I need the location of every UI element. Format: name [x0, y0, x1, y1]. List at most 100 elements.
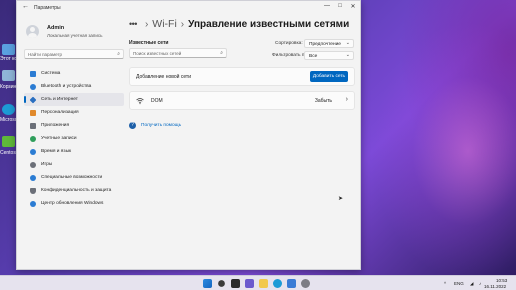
main-content: ••• › Wi-Fi › Управление известными сетя… [129, 15, 361, 270]
sidebar-item-apps[interactable]: Приложения [24, 119, 124, 132]
apps-icon [30, 122, 36, 129]
window-title: Параметры [34, 5, 61, 11]
chat-icon[interactable] [245, 279, 254, 288]
task-view-icon[interactable] [231, 279, 240, 288]
sort-label: Сортировка: [275, 41, 303, 46]
filter-label: Фильтровать по: [272, 53, 309, 58]
sidebar-item-bluetooth[interactable]: Bluetooth и устройства [24, 80, 124, 93]
edge-icon[interactable] [273, 279, 282, 288]
breadcrumb-separator: › [180, 18, 185, 30]
filter-value: Все [309, 53, 318, 59]
add-network-card: Добавление новой сети Добавить сеть [129, 67, 355, 86]
network-row[interactable]: DOM Забыть › [129, 91, 355, 110]
help-icon: ? [129, 122, 136, 129]
search-icon: ⌕ [220, 50, 223, 56]
sort-select[interactable]: Предпочтение ⌄ [304, 39, 354, 48]
network-tray-icon[interactable]: ◢ [470, 281, 473, 287]
settings-icon[interactable] [301, 279, 310, 288]
clock-date[interactable]: 16.11.2022 [484, 284, 506, 289]
sort-value: Предпочтение [309, 41, 341, 47]
sidebar-item-label: Сеть и Интернет [41, 97, 78, 102]
desktop-label-app: Centos [0, 150, 16, 156]
language-indicator[interactable]: ENG [454, 281, 464, 286]
sidebar-item-windows-update[interactable]: Центр обновления Windows [24, 197, 124, 210]
add-network-label: Добавление новой сети [136, 74, 192, 80]
sidebar-item-network[interactable]: Сеть и Интернет [24, 93, 124, 106]
back-arrow-icon[interactable]: ← [22, 3, 29, 10]
clock-time[interactable]: 10:53 [496, 278, 507, 283]
sidebar-item-time-language[interactable]: Время и язык [24, 145, 124, 158]
breadcrumb: ••• › Wi-Fi › Управление известными сетя… [129, 17, 349, 31]
sidebar-item-privacy[interactable]: Конфиденциальность и защита [24, 184, 124, 197]
gaming-icon [30, 161, 36, 168]
known-networks-label: Известные сети [129, 40, 169, 46]
chevron-down-icon: ⌄ [345, 40, 350, 46]
system-icon [30, 70, 36, 77]
filter-select[interactable]: Все ⌄ [304, 51, 354, 60]
help-row[interactable]: ? Получить помощь [129, 122, 181, 129]
chevron-right-icon[interactable]: › [346, 96, 348, 103]
sidebar-item-label: Приложения [41, 123, 70, 128]
wifi-icon [136, 98, 144, 105]
sidebar: Admin Локальная учетная запись Найти пар… [17, 15, 129, 270]
network-name: DOM [151, 98, 163, 104]
settings-search-input[interactable]: Найти параметр ⌕ [24, 49, 124, 59]
desktop-icons: Этот компьютер Корзина Microsoft Edge Ce… [0, 0, 37, 275]
sidebar-item-label: Конфиденциальность и защита [41, 188, 112, 193]
windows-update-icon [30, 200, 36, 207]
sidebar-item-accessibility[interactable]: Специальные возможности [24, 171, 124, 184]
start-icon[interactable] [203, 279, 212, 288]
computer-icon[interactable] [2, 44, 15, 55]
nav-list: Система Bluetooth и устройства Сеть и Ин… [24, 67, 124, 210]
sidebar-item-label: Учетные записи [41, 136, 77, 141]
chevron-up-icon[interactable]: ^ [444, 281, 446, 286]
breadcrumb-separator: › [144, 18, 149, 30]
add-network-button[interactable]: Добавить сеть [310, 71, 348, 82]
account-type: Локальная учетная запись [47, 33, 103, 38]
settings-search-placeholder: Найти параметр [28, 52, 63, 57]
sidebar-item-system[interactable]: Система [24, 67, 124, 80]
title-bar: ← Параметры — □ ✕ [17, 1, 360, 15]
personalization-icon [30, 109, 36, 116]
mouse-cursor-icon: ➤ [338, 196, 344, 202]
taskbar: ^ ENG ◢ ♪ 10:53 16.11.2022 [0, 275, 516, 290]
sidebar-item-personalization[interactable]: Персонализация [24, 106, 124, 119]
network-search-placeholder: Поиск известных сетей [133, 51, 182, 56]
file-explorer-icon[interactable] [259, 279, 268, 288]
close-button[interactable]: ✕ [347, 3, 359, 10]
bluetooth-icon [30, 83, 36, 90]
sidebar-item-label: Центр обновления Windows [41, 201, 104, 206]
forget-network-button[interactable]: Забыть [315, 98, 332, 104]
maximize-button[interactable]: □ [334, 3, 346, 9]
sidebar-item-label: Bluetooth и устройства [41, 84, 92, 89]
edge-icon[interactable] [2, 104, 15, 115]
breadcrumb-wifi[interactable]: Wi-Fi [152, 18, 177, 30]
avatar[interactable] [26, 25, 39, 38]
recycle-bin-icon[interactable] [2, 70, 15, 81]
network-search-input[interactable]: Поиск известных сетей ⌕ [129, 48, 227, 58]
app-icon[interactable] [2, 136, 15, 147]
accounts-icon [30, 135, 36, 142]
chevron-down-icon: ⌄ [345, 52, 350, 58]
more-icon[interactable]: ••• [129, 19, 137, 29]
time-language-icon [30, 148, 36, 155]
wallpaper [356, 0, 516, 275]
sidebar-item-gaming[interactable]: Игры [24, 158, 124, 171]
store-icon[interactable] [287, 279, 296, 288]
selection-indicator [24, 96, 26, 103]
volume-icon[interactable]: ♪ [479, 281, 481, 286]
get-help-link[interactable]: Получить помощь [141, 123, 181, 128]
network-icon [29, 96, 37, 103]
search-icon[interactable] [218, 280, 225, 287]
sidebar-item-accounts[interactable]: Учетные записи [24, 132, 124, 145]
privacy-icon [30, 187, 36, 194]
settings-window: ← Параметры — □ ✕ Admin Локальная учетна… [16, 0, 361, 270]
sidebar-item-label: Специальные возможности [41, 175, 103, 180]
sidebar-item-label: Игры [41, 162, 53, 167]
page-title: Управление известными сетями [188, 18, 350, 30]
search-icon: ⌕ [117, 51, 120, 57]
minimize-button[interactable]: — [321, 3, 333, 9]
sidebar-item-label: Время и язык [41, 149, 72, 154]
sidebar-item-label: Система [41, 71, 61, 76]
accessibility-icon [30, 174, 36, 181]
